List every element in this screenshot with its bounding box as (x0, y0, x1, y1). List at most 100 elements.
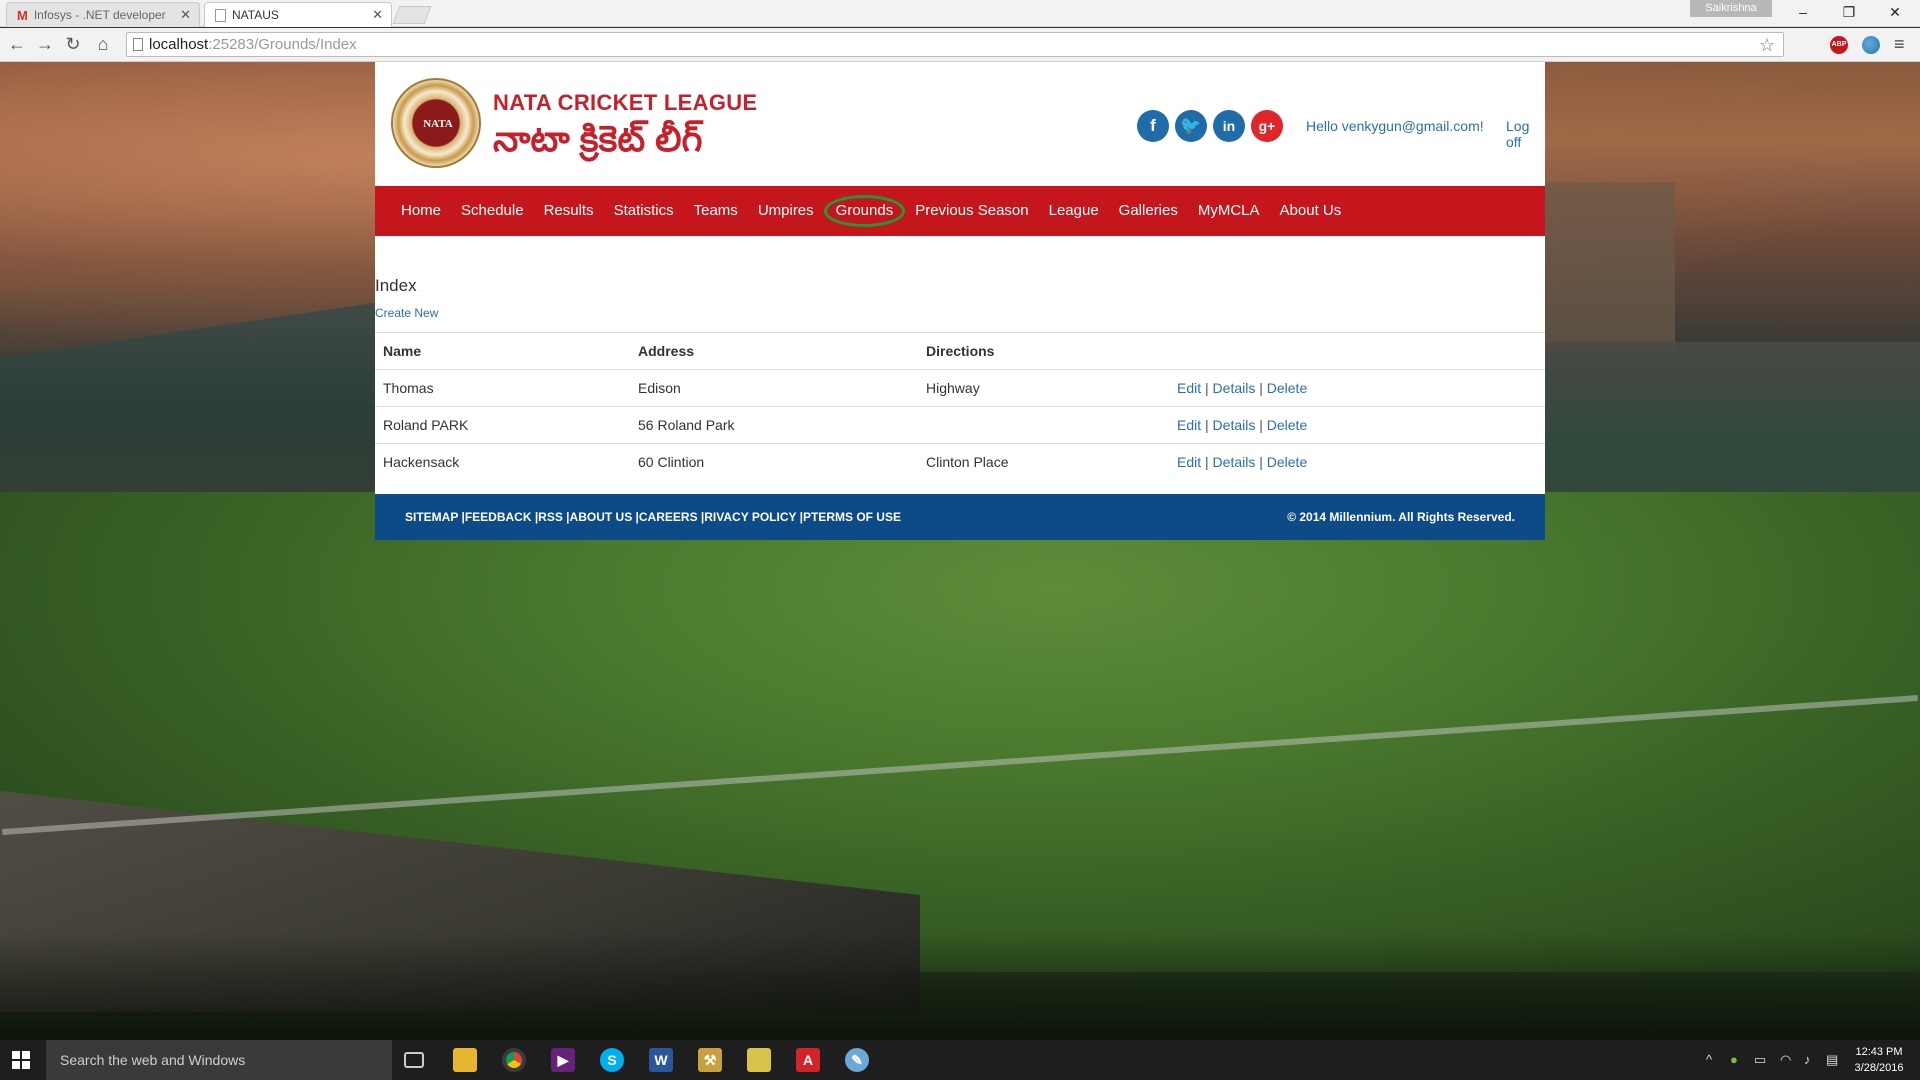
sql-tools-icon[interactable]: ⚒ (698, 1048, 722, 1072)
cell-address: 60 Clintion (630, 443, 918, 481)
details-link[interactable]: Details (1213, 454, 1256, 470)
linkedin-icon[interactable]: in (1213, 110, 1245, 142)
skype-icon[interactable]: S (600, 1048, 624, 1072)
file-explorer-icon[interactable] (453, 1048, 477, 1072)
brand-title-telugu: నాటా క్రికెట్ లీగ్ (493, 118, 703, 159)
tray-chevron-icon[interactable]: ^ (1706, 1052, 1712, 1067)
clock-date: 3/28/2016 (1854, 1062, 1904, 1074)
forward-arrow-icon[interactable]: → (34, 33, 56, 55)
background-buildings (1545, 182, 1675, 352)
volume-icon[interactable]: ♪ (1804, 1052, 1811, 1067)
extension-globe-icon[interactable] (1862, 36, 1880, 54)
separator: | (1259, 454, 1263, 471)
battery-icon[interactable]: ▭ (1754, 1052, 1766, 1068)
nav-galleries[interactable]: Galleries (1109, 196, 1188, 226)
details-link[interactable]: Details (1213, 417, 1256, 433)
column-header-actions (1169, 332, 1545, 370)
windows-taskbar: Search the web and Windows ▶ S W ⚒ A ✎ ^… (0, 1040, 1920, 1080)
cell-actions: Edit | Details | Delete (1169, 406, 1545, 444)
delete-link[interactable]: Delete (1267, 380, 1307, 396)
bookmark-star-icon[interactable]: ☆ (1759, 34, 1775, 57)
nav-statistics[interactable]: Statistics (604, 196, 684, 226)
table-row: Hackensack 60 Clintion Clinton Place Edi… (375, 443, 1545, 481)
acrobat-icon[interactable]: A (796, 1048, 820, 1072)
nav-teams[interactable]: Teams (684, 196, 748, 226)
column-header-address: Address (630, 332, 918, 370)
nav-league[interactable]: League (1039, 196, 1109, 226)
user-greeting-link[interactable]: Hello venkygun@gmail.com! (1306, 118, 1484, 134)
reload-icon[interactable]: ↻ (62, 33, 84, 55)
paint-icon[interactable]: ✎ (845, 1048, 869, 1072)
google-plus-icon[interactable]: g+ (1251, 110, 1283, 142)
column-header-directions: Directions (918, 332, 1169, 370)
tray-app-icon[interactable]: ● (1730, 1052, 1738, 1067)
create-new-link[interactable]: Create New (375, 306, 438, 320)
edit-link[interactable]: Edit (1177, 380, 1201, 396)
delete-link[interactable]: Delete (1267, 454, 1307, 470)
brand-title-english: NATA CRICKET LEAGUE (493, 90, 758, 115)
nav-home[interactable]: Home (391, 196, 451, 226)
new-tab-button[interactable] (392, 6, 432, 24)
page-viewport: NATA NATA CRICKET LEAGUE నాటా క్రికెట్ ల… (0, 62, 1920, 1040)
nav-about-us[interactable]: About Us (1270, 196, 1352, 226)
browser-tab-gmail[interactable]: M Infosys - .NET developer ✕ (6, 2, 200, 27)
browser-tab-nataus[interactable]: NATAUS ✕ (204, 2, 392, 27)
action-center-icon[interactable]: ▤ (1826, 1052, 1838, 1068)
chrome-menu-icon[interactable]: ≡ (1894, 34, 1905, 55)
logo-text: NATA (423, 118, 453, 130)
delete-link[interactable]: Delete (1267, 417, 1307, 433)
details-link[interactable]: Details (1213, 380, 1256, 396)
nav-mymcla[interactable]: MyMCLA (1188, 196, 1270, 226)
nav-grounds[interactable]: Grounds (823, 195, 906, 227)
chrome-user-badge[interactable]: Saikrishna (1690, 0, 1772, 17)
separator: | (1259, 380, 1263, 396)
chrome-icon[interactable] (502, 1048, 526, 1072)
facebook-icon[interactable]: f (1137, 110, 1169, 142)
close-tab-icon[interactable]: ✕ (180, 3, 191, 26)
edit-link[interactable]: Edit (1177, 454, 1201, 470)
visual-studio-icon[interactable]: ▶ (551, 1048, 575, 1072)
folder-icon[interactable] (747, 1048, 771, 1072)
edit-link[interactable]: Edit (1177, 417, 1201, 433)
browser-toolbar: ← → ↻ ⌂ localhost:25283/Grounds/Index ☆ … (0, 28, 1920, 62)
footer-links[interactable]: SITEMAP |FEEDBACK |RSS |ABOUT US |CAREER… (405, 510, 901, 524)
back-arrow-icon[interactable]: ← (6, 33, 28, 55)
grounds-table: Name Address Directions Thomas Edison Hi… (375, 332, 1545, 481)
gmail-icon: M (17, 7, 28, 23)
task-view-icon[interactable] (404, 1052, 424, 1068)
tab-label: Infosys - .NET developer (33, 7, 166, 22)
table-header-row: Name Address Directions (375, 332, 1545, 370)
separator: | (1205, 454, 1209, 471)
nav-previous-season[interactable]: Previous Season (905, 196, 1038, 226)
page-icon (215, 8, 226, 22)
taskbar-search-box[interactable]: Search the web and Windows (46, 1040, 392, 1080)
minimize-button[interactable]: – (1780, 0, 1826, 24)
nav-schedule[interactable]: Schedule (451, 196, 534, 226)
word-icon[interactable]: W (649, 1048, 673, 1072)
clock-time: 12:43 PM (1855, 1046, 1903, 1058)
cell-directions (918, 406, 1169, 444)
nata-logo[interactable]: NATA (391, 78, 481, 168)
windows-start-icon[interactable] (12, 1051, 30, 1069)
wifi-icon[interactable]: ◠ (1780, 1052, 1791, 1068)
close-tab-icon[interactable]: ✕ (372, 3, 383, 26)
adblock-icon[interactable]: ABP (1830, 36, 1848, 54)
taskbar-clock[interactable]: 12:43 PM 3/28/2016 (1846, 1044, 1912, 1076)
site-header: NATA NATA CRICKET LEAGUE నాటా క్రికెట్ ల… (375, 62, 1545, 186)
logoff-link[interactable]: Log off (1506, 118, 1545, 150)
close-window-button[interactable]: ✕ (1872, 0, 1918, 24)
page-info-icon (133, 38, 143, 51)
address-bar[interactable]: localhost:25283/Grounds/Index ☆ (126, 32, 1784, 57)
cell-directions: Clinton Place (918, 443, 1169, 481)
cell-directions: Highway (918, 369, 1169, 407)
nav-results[interactable]: Results (534, 196, 604, 226)
url-path: :25283/Grounds/Index (208, 36, 357, 53)
cell-actions: Edit | Details | Delete (1169, 443, 1545, 481)
nav-umpires[interactable]: Umpires (748, 196, 824, 226)
column-header-name: Name (375, 332, 630, 370)
restore-button[interactable]: ❐ (1826, 0, 1872, 24)
browser-tabstrip: M Infosys - .NET developer ✕ NATAUS ✕ Sa… (0, 0, 1920, 27)
background-shadow (0, 932, 1920, 1040)
twitter-icon[interactable]: 🐦 (1175, 110, 1207, 142)
home-icon[interactable]: ⌂ (92, 33, 114, 55)
